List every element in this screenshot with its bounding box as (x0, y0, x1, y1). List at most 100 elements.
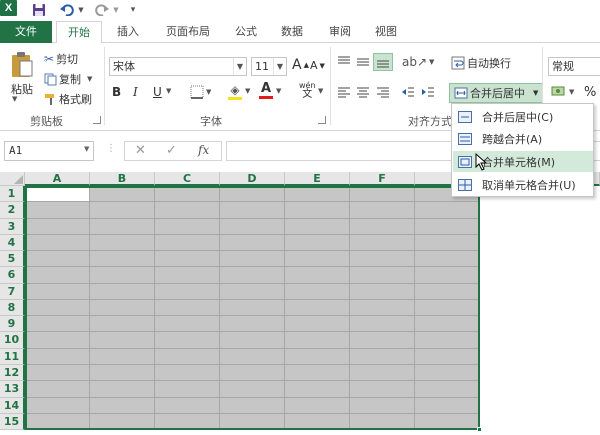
wrap-text-button[interactable]: 自动换行 (451, 55, 511, 71)
row-header[interactable]: 5 (0, 251, 25, 268)
menu-item-label: 合并单元格(M) (482, 155, 556, 169)
ribbon-tabs: 文件 开始 插入 页面布局 公式 数据 审阅 视图 (0, 21, 600, 44)
align-top-button[interactable] (337, 55, 351, 69)
row-header[interactable]: 6 (0, 267, 25, 284)
shrink-font-icon: A (310, 59, 318, 72)
tab-file[interactable]: 文件 (0, 21, 52, 43)
row-header[interactable]: 13 (0, 381, 25, 398)
fill-color-dropdown-icon[interactable]: ▼ (245, 87, 250, 95)
italic-button[interactable]: I (133, 85, 138, 99)
format-painter-button[interactable]: 格式刷 (44, 91, 92, 107)
column-header[interactable]: B (90, 172, 155, 186)
tab-insert[interactable]: 插入 (106, 21, 150, 43)
save-icon[interactable] (31, 2, 47, 18)
fill-handle[interactable] (477, 427, 482, 432)
orientation-button[interactable]: ab↗ ▼ (402, 55, 434, 69)
row-header[interactable]: 8 (0, 299, 25, 317)
menu-item-merge-across[interactable]: 跨越合并(A) (453, 128, 593, 149)
menu-item-merge-center[interactable]: 合并后居中(C) (453, 106, 593, 127)
clipboard-group-label: 剪贴板 (30, 115, 63, 128)
menu-item-merge-cells[interactable]: 合并单元格(M) (453, 151, 593, 172)
decrease-indent-button[interactable] (401, 85, 415, 99)
paste-dropdown-icon[interactable]: ▼ (12, 95, 17, 103)
font-size-combo[interactable]: 11 ▼ (251, 57, 287, 76)
row-header[interactable]: 12 (0, 364, 25, 382)
tab-view[interactable]: 视图 (366, 21, 406, 43)
insert-function-button[interactable]: fx (198, 143, 209, 157)
column-header[interactable]: E (285, 172, 350, 186)
tab-data[interactable]: 数据 (272, 21, 312, 43)
font-color-dropdown-icon[interactable]: ▼ (276, 87, 281, 95)
copy-dropdown-icon[interactable]: ▼ (87, 75, 92, 83)
enter-icon[interactable]: ✓ (166, 143, 177, 158)
align-left-button[interactable] (337, 85, 351, 99)
row-header[interactable]: 15 (0, 413, 25, 431)
row-header[interactable]: 9 (0, 316, 25, 333)
accounting-format-button[interactable]: ▼ (551, 85, 574, 99)
column-header[interactable]: F (350, 172, 415, 186)
font-color-button[interactable]: A (259, 81, 273, 99)
number-format-combo[interactable]: 常规 (548, 57, 600, 76)
row-header[interactable]: 11 (0, 348, 25, 365)
name-box[interactable]: A1 (4, 141, 94, 161)
menu-item-label: 取消单元格合并(U) (482, 178, 576, 192)
font-name-combo[interactable]: 宋体 ▼ (109, 57, 247, 76)
format-painter-label: 格式刷 (59, 93, 92, 106)
column-header[interactable]: C (155, 172, 220, 186)
shrink-font-button[interactable]: A ▼ (310, 59, 325, 72)
tab-home[interactable]: 开始 (56, 21, 102, 44)
align-right-button[interactable] (376, 85, 390, 99)
unselected-area[interactable] (480, 186, 600, 430)
selection-border (25, 186, 480, 430)
merge-center-button[interactable]: 合并后居中 ▼ (449, 83, 544, 103)
cut-button[interactable]: ✂ 剪切 (44, 51, 78, 67)
merge-across-icon (458, 132, 472, 145)
align-middle-button[interactable] (356, 55, 370, 69)
redo-dropdown-icon[interactable]: ▼ (112, 2, 120, 18)
column-header[interactable]: D (220, 172, 285, 186)
merge-dropdown-icon[interactable]: ▼ (533, 89, 538, 97)
select-all-corner[interactable] (0, 172, 25, 186)
cancel-icon[interactable]: ✕ (135, 143, 146, 158)
underline-dropdown-icon[interactable]: ▼ (166, 87, 171, 95)
paste-button[interactable]: 粘贴 (6, 51, 38, 97)
font-size-dropdown-icon[interactable]: ▼ (273, 58, 286, 75)
row-header[interactable]: 14 (0, 397, 25, 414)
align-center-button[interactable] (356, 85, 370, 99)
fill-color-button[interactable]: ◈ (228, 83, 242, 100)
row-header[interactable]: 3 (0, 218, 25, 235)
underline-button[interactable]: U (153, 85, 162, 99)
increase-indent-button[interactable] (421, 85, 435, 99)
bold-button[interactable]: B (112, 85, 121, 99)
phonetic-dropdown-icon[interactable]: ▼ (318, 87, 323, 95)
font-name-dropdown-icon[interactable]: ▼ (233, 58, 246, 75)
row-header[interactable]: 1 (0, 186, 25, 203)
copy-button[interactable]: 复制 ▼ (44, 71, 92, 87)
customize-toolbar-icon[interactable]: ▾ (127, 2, 139, 18)
grow-font-button[interactable]: A ▲ (292, 57, 309, 73)
align-bottom-button[interactable] (373, 53, 393, 71)
percent-button[interactable]: % (584, 85, 596, 100)
row-header[interactable]: 4 (0, 234, 25, 252)
row-header[interactable]: 7 (0, 283, 25, 300)
undo-icon[interactable] (58, 2, 76, 18)
merge-cells-icon (458, 155, 472, 168)
menu-item-label: 跨越合并(A) (482, 132, 543, 146)
name-box-dropdown-icon[interactable]: ▼ (84, 145, 89, 153)
tab-review[interactable]: 审阅 (320, 21, 360, 43)
scissors-icon: ✂ (44, 52, 55, 66)
tab-formulas[interactable]: 公式 (226, 21, 266, 43)
column-header[interactable]: A (25, 172, 90, 186)
undo-dropdown-icon[interactable]: ▼ (77, 2, 85, 18)
tab-page-layout[interactable]: 页面布局 (156, 21, 220, 43)
font-launcher-icon[interactable] (318, 116, 326, 124)
borders-button[interactable]: ▼ (190, 85, 211, 99)
row-header[interactable]: 2 (0, 202, 25, 219)
paste-icon (12, 52, 33, 77)
excel-logo: X (0, 0, 17, 16)
row-header[interactable]: 10 (0, 332, 25, 349)
menu-item-unmerge-cells[interactable]: 取消单元格合并(U) (453, 174, 593, 195)
redo-icon[interactable] (93, 2, 111, 18)
clipboard-launcher-icon[interactable] (93, 116, 101, 124)
phonetic-button[interactable]: wén 文 (299, 81, 316, 100)
